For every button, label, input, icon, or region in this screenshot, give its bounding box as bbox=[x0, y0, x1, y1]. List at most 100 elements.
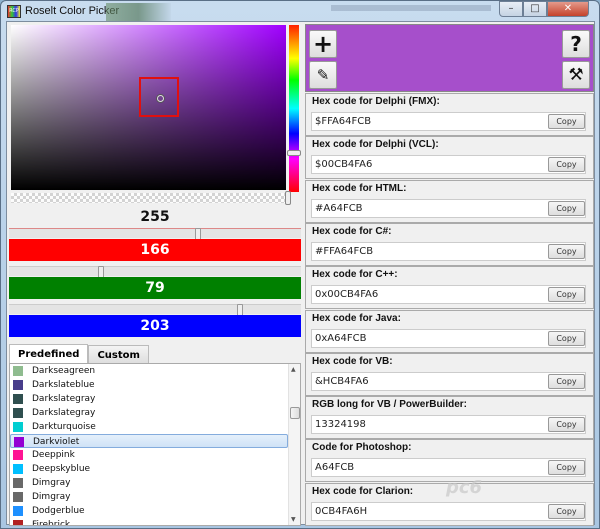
copy-button[interactable]: Copy bbox=[548, 373, 585, 389]
code-label: Hex code for VB: bbox=[312, 355, 393, 367]
settings-button[interactable]: ⚒ bbox=[562, 61, 590, 89]
copy-button[interactable]: Copy bbox=[548, 114, 585, 129]
color-name: Deeppink bbox=[32, 450, 75, 460]
tab-custom[interactable]: Custom bbox=[88, 345, 149, 364]
color-tabs: Predefined Custom bbox=[9, 344, 149, 365]
alpha-slider-thumb[interactable] bbox=[285, 191, 291, 205]
color-name: Darkturquoise bbox=[32, 422, 96, 432]
app-window: RCP Roselt Color Picker – □ ✕ 255 166 79 bbox=[0, 0, 600, 529]
code-label: Hex code for Java: bbox=[312, 312, 401, 324]
scroll-down-icon[interactable]: ▼ bbox=[291, 516, 296, 523]
color-name: Darkseagreen bbox=[32, 366, 96, 376]
predefined-color-list[interactable]: Darkseagreen Darkslateblue Darkslategray Da… bbox=[9, 363, 301, 526]
color-list-item[interactable]: Darkslategray bbox=[10, 392, 300, 406]
color-cursor[interactable] bbox=[157, 95, 164, 102]
color-swatch bbox=[13, 366, 23, 376]
eyedropper-button[interactable]: ✎ bbox=[309, 61, 337, 89]
code-label: RGB long for VB / PowerBuilder: bbox=[312, 399, 468, 411]
hue-slider-thumb[interactable] bbox=[287, 150, 301, 156]
color-swatch bbox=[13, 450, 23, 460]
hue-slider[interactable] bbox=[289, 25, 299, 192]
color-list-item[interactable]: Dimgray bbox=[10, 490, 300, 504]
green-value[interactable]: 79 bbox=[9, 277, 301, 299]
code-value-field[interactable]: $00CB4FA6 bbox=[311, 155, 586, 175]
color-swatch bbox=[14, 437, 24, 447]
watermark: pc6 bbox=[446, 477, 483, 498]
copy-button[interactable]: Copy bbox=[548, 460, 585, 476]
scroll-thumb[interactable] bbox=[290, 407, 300, 419]
code-value-field[interactable]: &HCB4FA6 bbox=[311, 371, 586, 391]
copy-button[interactable]: Copy bbox=[548, 287, 585, 303]
code-panel: Hex code for C++: 0x00CB4FA6 Copy bbox=[305, 266, 594, 310]
app-icon: RCP bbox=[7, 5, 21, 18]
color-name: Dodgerblue bbox=[32, 506, 85, 516]
add-color-button[interactable]: + bbox=[309, 30, 337, 58]
minimize-button[interactable]: – bbox=[499, 1, 523, 17]
color-name: Darkslateblue bbox=[32, 380, 95, 390]
color-name: Darkviolet bbox=[33, 437, 80, 447]
color-swatch bbox=[13, 422, 23, 432]
maximize-button[interactable]: □ bbox=[523, 1, 547, 17]
close-button[interactable]: ✕ bbox=[547, 1, 589, 17]
title-bar[interactable]: RCP Roselt Color Picker – □ ✕ bbox=[1, 1, 599, 23]
list-scrollbar[interactable]: ▲ ▼ bbox=[288, 364, 300, 525]
blue-slider[interactable] bbox=[9, 304, 301, 317]
copy-button[interactable]: Copy bbox=[548, 417, 585, 433]
background-window-title bbox=[331, 5, 491, 11]
blue-value[interactable]: 203 bbox=[9, 315, 301, 337]
copy-button[interactable]: Copy bbox=[548, 200, 585, 216]
red-value[interactable]: 166 bbox=[9, 239, 301, 261]
color-swatch bbox=[13, 478, 23, 488]
code-value-field[interactable]: 0CB4FA6H bbox=[311, 501, 586, 521]
color-name: Deepskyblue bbox=[32, 464, 91, 474]
red-slider[interactable] bbox=[9, 228, 301, 241]
help-button[interactable]: ? bbox=[562, 30, 590, 58]
code-label: Hex code for HTML: bbox=[312, 182, 407, 194]
code-panel: Hex code for HTML: #A64FCB Copy bbox=[305, 179, 594, 223]
color-list-item[interactable]: Darkslateblue bbox=[10, 378, 300, 392]
code-value-field[interactable]: 13324198 bbox=[311, 415, 586, 435]
copy-button[interactable]: Copy bbox=[548, 503, 585, 519]
copy-button[interactable]: Copy bbox=[548, 330, 585, 346]
color-swatch bbox=[13, 520, 23, 525]
code-value-field[interactable]: #FFA64FCB bbox=[311, 241, 586, 261]
plus-icon: + bbox=[312, 30, 334, 58]
color-list-item[interactable]: Dodgerblue bbox=[10, 504, 300, 518]
color-list-item[interactable]: Darkviolet bbox=[10, 434, 288, 448]
green-slider[interactable] bbox=[9, 266, 301, 279]
alpha-value[interactable]: 255 bbox=[9, 206, 301, 228]
code-value-field[interactable]: $FFA64FCB bbox=[311, 112, 586, 131]
code-label: Hex code for Delphi (FMX): bbox=[312, 96, 440, 107]
color-swatch bbox=[13, 394, 23, 404]
color-list-item[interactable]: Darkslategray bbox=[10, 406, 300, 420]
code-panel: Hex code for C#: #FFA64FCB Copy bbox=[305, 222, 594, 266]
color-name: Dimgray bbox=[32, 492, 71, 502]
code-label: Hex code for C#: bbox=[312, 225, 392, 237]
color-list-item[interactable]: Dimgray bbox=[10, 476, 300, 490]
code-label: Hex code for Delphi (VCL): bbox=[312, 139, 439, 151]
code-value-field[interactable]: 0x00CB4FA6 bbox=[311, 285, 586, 305]
scroll-up-icon[interactable]: ▲ bbox=[291, 366, 296, 373]
copy-button[interactable]: Copy bbox=[548, 243, 585, 259]
color-name: Dimgray bbox=[32, 478, 71, 488]
eyedropper-icon: ✎ bbox=[316, 66, 330, 84]
color-list-item[interactable]: Deepskyblue bbox=[10, 462, 300, 476]
code-panel: Hex code for Java: 0xA64FCB Copy bbox=[305, 309, 594, 353]
code-value-field[interactable]: 0xA64FCB bbox=[311, 328, 586, 348]
color-swatch bbox=[13, 408, 23, 418]
background-blur bbox=[106, 3, 171, 21]
alpha-slider[interactable] bbox=[11, 193, 286, 203]
color-list-item[interactable]: Firebrick bbox=[10, 518, 300, 525]
color-list-item[interactable]: Darkseagreen bbox=[10, 364, 300, 378]
code-value-field[interactable]: #A64FCB bbox=[311, 198, 586, 218]
copy-button[interactable]: Copy bbox=[548, 157, 585, 173]
color-list-item[interactable]: Darkturquoise bbox=[10, 420, 300, 434]
code-panel: Hex code for Delphi (FMX): $FFA64FCB Copy bbox=[305, 93, 594, 136]
color-name: Darkslategray bbox=[32, 408, 96, 418]
tab-predefined[interactable]: Predefined bbox=[9, 344, 89, 365]
help-icon: ? bbox=[570, 32, 582, 56]
code-panel: Hex code for VB: &HCB4FA6 Copy bbox=[305, 352, 594, 396]
code-value-field[interactable]: A64FCB bbox=[311, 458, 586, 478]
color-list-item[interactable]: Deeppink bbox=[10, 448, 300, 462]
color-name: Darkslategray bbox=[32, 394, 96, 404]
